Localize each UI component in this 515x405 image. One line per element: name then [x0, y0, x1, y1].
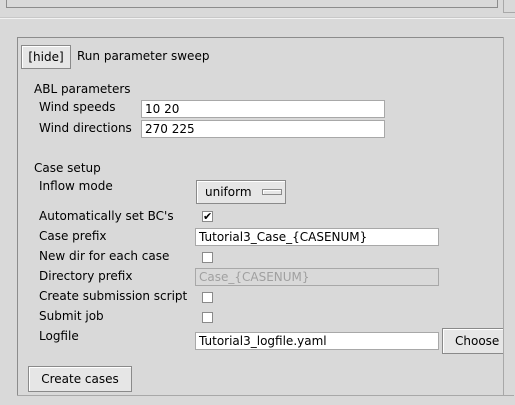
dropdown-indicator-icon: [261, 189, 282, 195]
submit-job-checkbox[interactable]: [202, 312, 213, 323]
separator: [0, 17, 515, 19]
logfile-field[interactable]: Tutorial3_logfile.yaml: [195, 332, 439, 350]
new-dir-checkbox[interactable]: [202, 252, 213, 263]
abl-parameters-heading: ABL parameters: [34, 82, 131, 96]
auto-bc-checkbox[interactable]: ✔: [202, 211, 213, 222]
auto-bc-label: Automatically set BC's: [39, 209, 174, 223]
horizontal-scrollbar[interactable]: [17, 395, 514, 405]
inflow-mode-label: Inflow mode: [39, 179, 113, 193]
directory-prefix-label: Directory prefix: [39, 269, 133, 283]
case-setup-heading: Case setup: [34, 161, 101, 175]
wind-directions-label: Wind directions: [39, 121, 132, 135]
collapsed-panel-above: [6, 0, 498, 8]
upper-scrollbar[interactable]: [503, 0, 515, 13]
section-title: Run parameter sweep: [77, 49, 210, 63]
case-prefix-field[interactable]: Tutorial3_Case_{CASENUM}: [195, 228, 439, 246]
choose-file-button[interactable]: Choose f: [442, 328, 503, 354]
inflow-mode-value: uniform: [205, 185, 252, 199]
wind-speeds-label: Wind speeds: [39, 100, 116, 114]
submission-script-checkbox[interactable]: [202, 292, 213, 303]
wind-speeds-field[interactable]: 10 20: [141, 100, 385, 118]
create-cases-button[interactable]: Create cases: [28, 366, 132, 392]
case-prefix-label: Case prefix: [39, 229, 107, 243]
submit-job-label: Submit job: [39, 309, 104, 323]
submission-script-label: Create submission script: [39, 289, 188, 303]
new-dir-label: New dir for each case: [39, 249, 170, 263]
logfile-label: Logfile: [39, 329, 79, 343]
wind-directions-field[interactable]: 270 225: [141, 120, 385, 138]
directory-prefix-field[interactable]: Case_{CASENUM}: [195, 268, 439, 286]
hide-toggle-button[interactable]: [hide]: [21, 45, 71, 69]
inflow-mode-dropdown[interactable]: uniform: [196, 180, 286, 204]
vertical-scrollbar[interactable]: [503, 37, 515, 395]
